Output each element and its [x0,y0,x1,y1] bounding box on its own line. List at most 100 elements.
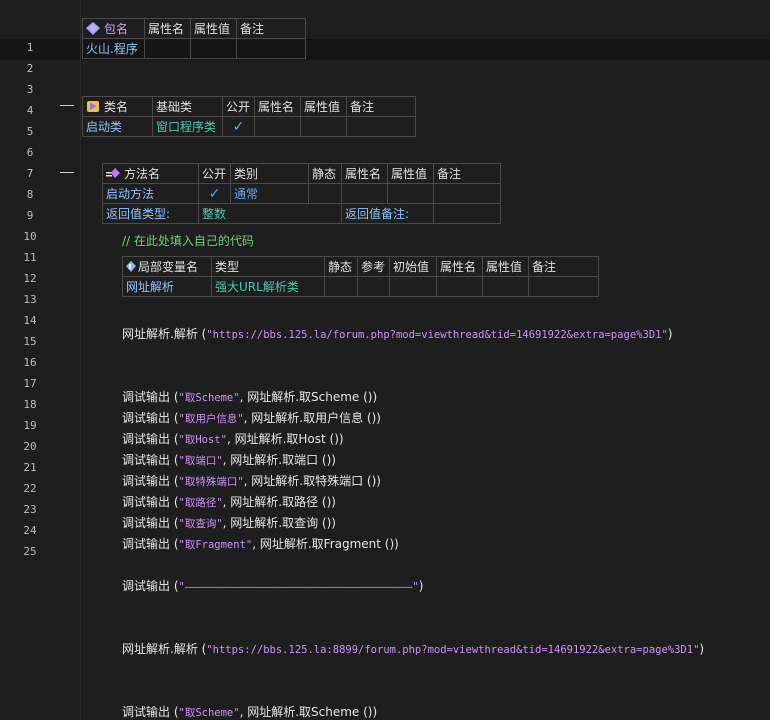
package-table: 包名 属性名 属性值 备注 火山.程序 [82,18,306,59]
code-line-25[interactable]: 调试输出 ("取Scheme", 网址解析.取Scheme ()) [122,703,377,720]
method-icon [106,168,120,178]
public-header: 公开 [222,96,255,117]
return-type-value[interactable]: 整数 [198,203,342,224]
line-number: 1 [26,41,34,54]
remark-header: 备注 [528,256,599,277]
base-class-header: 基础类 [152,96,223,117]
line-number: 12 [23,272,37,285]
property-value-cell[interactable] [300,116,347,137]
package-row[interactable]: 火山.程序 [82,38,306,59]
local-variable-table: 局部变量名 类型 静态 参考 初始值 属性名 属性值 备注 网址解析 强大URL… [122,256,599,297]
code-line-19[interactable]: 调试输出 ("—————————————————————————————————… [122,577,423,594]
property-name-cell[interactable] [254,116,301,137]
return-row[interactable]: 返回值类型: 整数 返回值备注: [102,203,501,224]
public-cell[interactable]: ✓ [222,116,255,137]
remark-cell[interactable] [528,276,599,297]
category-cell[interactable]: 通常 [230,183,309,204]
line-number: 13 [23,293,37,306]
static-cell[interactable] [324,276,358,297]
property-name-cell[interactable] [436,276,483,297]
checkmark-icon[interactable]: ✓ [209,186,221,202]
class-table-header: 类名 基础类 公开 属性名 属性值 备注 [82,96,416,117]
package-name-cell[interactable]: 火山.程序 [82,38,145,59]
property-value-cell[interactable] [190,38,237,59]
remark-cell[interactable] [433,183,501,204]
initial-value-header: 初始值 [389,256,437,277]
line-number: 15 [23,335,37,348]
class-icon [87,101,99,112]
local-var-name-header: 局部变量名 [122,256,212,277]
return-note-label: 返回值备注: [341,203,434,224]
return-note-value[interactable] [433,203,501,224]
class-name-header: 类名 [82,96,153,117]
checkmark-icon[interactable]: ✓ [233,119,245,135]
code-line-debug[interactable]: 调试输出 ("取端口", 网址解析.取端口 ()) [122,451,336,468]
property-value-cell[interactable] [482,276,529,297]
method-table: 方法名 公开 类别 静态 属性名 属性值 备注 启动方法 ✓ 通常 返回值类型:… [102,163,501,224]
remark-cell[interactable] [346,116,416,137]
static-cell[interactable] [308,183,342,204]
property-value-header: 属性值 [300,96,347,117]
line-number: 22 [23,482,37,495]
method-name-cell[interactable]: 启动方法 [102,183,199,204]
category-header: 类别 [230,163,309,184]
public-cell[interactable]: ✓ [198,183,231,204]
static-header: 静态 [324,256,358,277]
code-line-debug[interactable]: 调试输出 ("取路径", 网址解析.取路径 ()) [122,493,336,510]
public-header: 公开 [198,163,231,184]
property-value-header: 属性值 [190,18,237,39]
property-value-cell[interactable] [387,183,434,204]
line-number: 7 [26,167,34,180]
line-number: 5 [26,125,34,138]
remark-cell[interactable] [236,38,306,59]
code-line-7[interactable]: 网址解析.解析 ("https://bbs.125.la/forum.php?m… [122,325,672,342]
property-name-header: 属性名 [144,18,191,39]
line-number: 8 [26,188,34,201]
code-line-debug[interactable]: 调试输出 ("取特殊端口", 网址解析.取特殊端口 ()) [122,472,381,489]
base-class-cell[interactable]: 窗口程序类 [152,116,223,137]
remark-header: 备注 [433,163,501,184]
type-header: 类型 [211,256,325,277]
initial-value-cell[interactable] [389,276,437,297]
remark-header: 备注 [346,96,416,117]
local-var-name-cell[interactable]: 网址解析 [122,276,212,297]
package-table-header: 包名 属性名 属性值 备注 [82,18,306,39]
property-value-header: 属性值 [387,163,434,184]
line-number: 4 [26,104,34,117]
property-name-header: 属性名 [436,256,483,277]
code-line-22[interactable]: 网址解析.解析 ("https://bbs.125.la:8899/forum.… [122,640,704,657]
class-row[interactable]: 启动类 窗口程序类 ✓ [82,116,416,137]
type-cell[interactable]: 强大URL解析类 [211,276,325,297]
line-number: 23 [23,503,37,516]
package-name-header: 包名 [82,18,145,39]
property-name-cell[interactable] [341,183,388,204]
method-table-header: 方法名 公开 类别 静态 属性名 属性值 备注 [102,163,501,184]
line-number: 14 [23,314,37,327]
fold-marker-method[interactable] [60,172,74,173]
property-name-cell[interactable] [144,38,191,59]
fold-marker-class[interactable] [60,105,74,106]
gutter-separator [80,0,81,720]
line-number: 21 [23,461,37,474]
code-line-debug[interactable]: 调试输出 ("取用户信息", 网址解析.取用户信息 ()) [122,409,381,426]
line-number: 3 [26,83,34,96]
class-table: 类名 基础类 公开 属性名 属性值 备注 启动类 窗口程序类 ✓ [82,96,416,137]
method-row[interactable]: 启动方法 ✓ 通常 [102,183,501,204]
code-line-debug[interactable]: 调试输出 ("取Fragment", 网址解析.取Fragment ()) [122,535,399,552]
line-number: 24 [23,524,37,537]
code-line-debug[interactable]: 调试输出 ("取Scheme", 网址解析.取Scheme ()) [122,388,377,405]
reference-cell[interactable] [357,276,390,297]
return-type-label: 返回值类型: [102,203,199,224]
property-value-header: 属性值 [482,256,529,277]
method-name-header: 方法名 [102,163,199,184]
local-variable-header: 局部变量名 类型 静态 参考 初始值 属性名 属性值 备注 [122,256,599,277]
local-variable-row[interactable]: 网址解析 强大URL解析类 [122,276,599,297]
reference-header: 参考 [357,256,390,277]
property-name-header: 属性名 [254,96,301,117]
code-comment[interactable]: // 在此处填入自己的代码 [122,232,254,249]
code-line-debug[interactable]: 调试输出 ("取Host", 网址解析.取Host ()) [122,430,344,447]
line-number: 18 [23,398,37,411]
code-line-debug[interactable]: 调试输出 ("取查询", 网址解析.取查询 ()) [122,514,336,531]
line-number: 20 [23,440,37,453]
class-name-cell[interactable]: 启动类 [82,116,153,137]
